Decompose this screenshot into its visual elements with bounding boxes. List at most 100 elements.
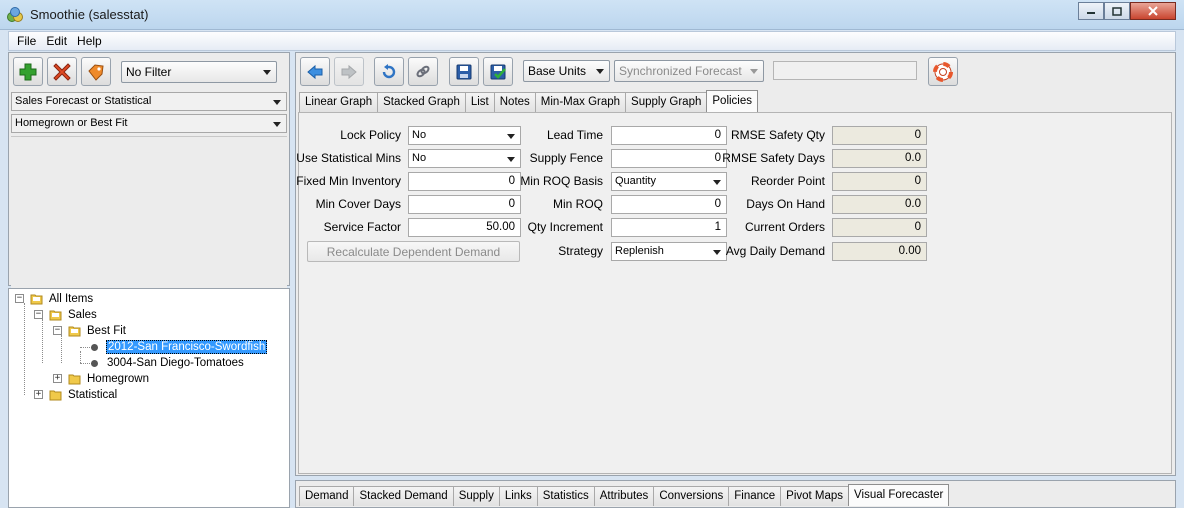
collapse-icon[interactable]: − (53, 326, 62, 335)
reorder-point-label: Reorder Point (750, 174, 825, 188)
tree-node-statistical[interactable]: Statistical (68, 387, 117, 403)
tab-supply-graph[interactable]: Supply Graph (625, 92, 708, 112)
x-icon (53, 62, 71, 81)
main-panel: Base Units Synchronized Forecast Linear … (295, 52, 1176, 476)
tree-node-label: Sales (68, 309, 97, 321)
link-icon (416, 65, 430, 77)
tree-connector (61, 335, 62, 363)
tree-node-item-tomatoes[interactable]: 3004-San Diego-Tomatoes (107, 355, 244, 371)
expand-icon[interactable]: + (53, 374, 62, 383)
method-value: Homegrown or Best Fit (15, 117, 128, 129)
strategy-dropdown[interactable]: Replenish (611, 242, 727, 261)
forecast-mode-value: Synchronized Forecast (619, 64, 742, 78)
maximize-button[interactable] (1104, 2, 1130, 20)
fixed-min-inventory-field[interactable]: 0 (408, 172, 521, 191)
window-title: Smoothie (salesstat) (30, 7, 149, 22)
rmse-safety-qty-label: RMSE Safety Qty (730, 128, 825, 142)
tree-node-best-fit[interactable]: Best Fit (87, 323, 126, 339)
save-icon (456, 64, 472, 79)
tab-min-max-graph[interactable]: Min-Max Graph (534, 92, 627, 112)
service-factor-field[interactable]: 50.00 (408, 218, 521, 237)
tree-node-sales[interactable]: Sales (68, 307, 97, 323)
lock-policy-label: Lock Policy (340, 128, 401, 142)
delete-item-button[interactable] (47, 57, 77, 86)
item-bullet-icon (91, 344, 98, 351)
chevron-down-icon (713, 180, 721, 185)
tab-stacked-demand[interactable]: Stacked Demand (353, 486, 454, 506)
folder-icon (49, 390, 62, 401)
rmse-safety-qty-field: 0 (832, 126, 927, 145)
min-cover-days-field[interactable]: 0 (408, 195, 521, 214)
menu-edit[interactable]: Edit (41, 34, 72, 48)
back-button[interactable] (300, 57, 330, 86)
qty-increment-label: Qty Increment (527, 220, 603, 234)
menu-help[interactable]: Help (72, 34, 107, 48)
use-statistical-mins-value: No (412, 152, 427, 164)
tab-notes[interactable]: Notes (493, 92, 536, 112)
lock-policy-dropdown[interactable]: No (408, 126, 521, 145)
units-value: Base Units (528, 64, 587, 78)
item-tree: − All Items − Sales − Best Fit 2012-San … (8, 288, 290, 508)
reorder-point-field: 0 (832, 172, 927, 191)
lead-time-field[interactable]: 0 (611, 126, 727, 145)
link-button[interactable] (408, 57, 438, 86)
days-on-hand-label: Days On Hand (746, 197, 825, 211)
minimize-button[interactable] (1078, 2, 1104, 20)
forward-button[interactable] (334, 57, 364, 86)
tag-button[interactable] (81, 57, 111, 86)
add-item-button[interactable] (13, 57, 43, 86)
policies-panel: Lock Policy No Use Statistical Mins No F… (296, 112, 1172, 474)
method-dropdown[interactable]: Homegrown or Best Fit (11, 114, 287, 133)
recalculate-dependent-demand-button[interactable]: Recalculate Dependent Demand (307, 241, 520, 262)
chevron-down-icon (273, 122, 281, 127)
qty-increment-field[interactable]: 1 (611, 218, 727, 237)
collapse-icon[interactable]: − (34, 310, 43, 319)
min-roq-field[interactable]: 0 (611, 195, 727, 214)
tree-node-homegrown[interactable]: Homegrown (87, 371, 149, 387)
tab-list[interactable]: List (464, 92, 495, 112)
close-button[interactable] (1130, 2, 1176, 20)
save-button[interactable] (449, 57, 479, 86)
tab-demand[interactable]: Demand (299, 486, 355, 506)
supply-fence-field[interactable]: 0 (611, 149, 727, 168)
left-filter-panel: No Filter Sales Forecast or Statistical … (8, 52, 290, 338)
tab-stacked-graph[interactable]: Stacked Graph (377, 92, 466, 112)
tree-node-item-swordfish[interactable]: 2012-San Francisco-Swordfish (106, 339, 268, 355)
current-orders-label: Current Orders (744, 220, 825, 234)
rmse-safety-days-label: RMSE Safety Days (722, 151, 825, 165)
menu-file[interactable]: File (12, 34, 41, 48)
plus-icon (19, 63, 37, 80)
units-dropdown[interactable]: Base Units (523, 60, 610, 82)
tree-connector (42, 319, 43, 363)
tab-links[interactable]: Links (498, 486, 538, 506)
lifebuoy-icon (933, 61, 953, 82)
tree-node-all-items[interactable]: All Items (49, 291, 93, 307)
chevron-down-icon (273, 100, 281, 105)
tab-policies[interactable]: Policies (706, 90, 759, 112)
tree-connector (24, 303, 25, 395)
save-check-icon (490, 64, 506, 79)
undo-button[interactable] (374, 57, 404, 86)
forecast-type-dropdown[interactable]: Sales Forecast or Statistical (11, 92, 287, 111)
filter-dropdown[interactable]: No Filter (121, 61, 277, 83)
avg-daily-demand-label: Avg Daily Demand (725, 244, 825, 258)
tab-attributes[interactable]: Attributes (593, 486, 655, 506)
menu-bar: File Edit Help (8, 31, 1176, 51)
help-button[interactable] (928, 57, 958, 86)
save-check-button[interactable] (483, 57, 513, 86)
tab-linear-graph[interactable]: Linear Graph (299, 92, 379, 112)
avg-daily-demand-field: 0.00 (832, 242, 927, 261)
tab-visual-forecaster[interactable]: Visual Forecaster (848, 484, 950, 506)
collapse-icon[interactable]: − (15, 294, 24, 303)
min-roq-basis-dropdown[interactable]: Quantity (611, 172, 727, 191)
tab-pivot-maps[interactable]: Pivot Maps (780, 486, 850, 506)
strategy-label: Strategy (558, 244, 603, 258)
tab-statistics[interactable]: Statistics (536, 486, 595, 506)
forecast-mode-dropdown[interactable]: Synchronized Forecast (614, 60, 764, 82)
tree-node-label: Homegrown (87, 373, 149, 385)
use-statistical-mins-dropdown[interactable]: No (408, 149, 521, 168)
tab-conversions[interactable]: Conversions (653, 486, 730, 506)
expand-icon[interactable]: + (34, 390, 43, 399)
tab-supply[interactable]: Supply (452, 486, 500, 506)
tab-finance[interactable]: Finance (728, 486, 782, 506)
